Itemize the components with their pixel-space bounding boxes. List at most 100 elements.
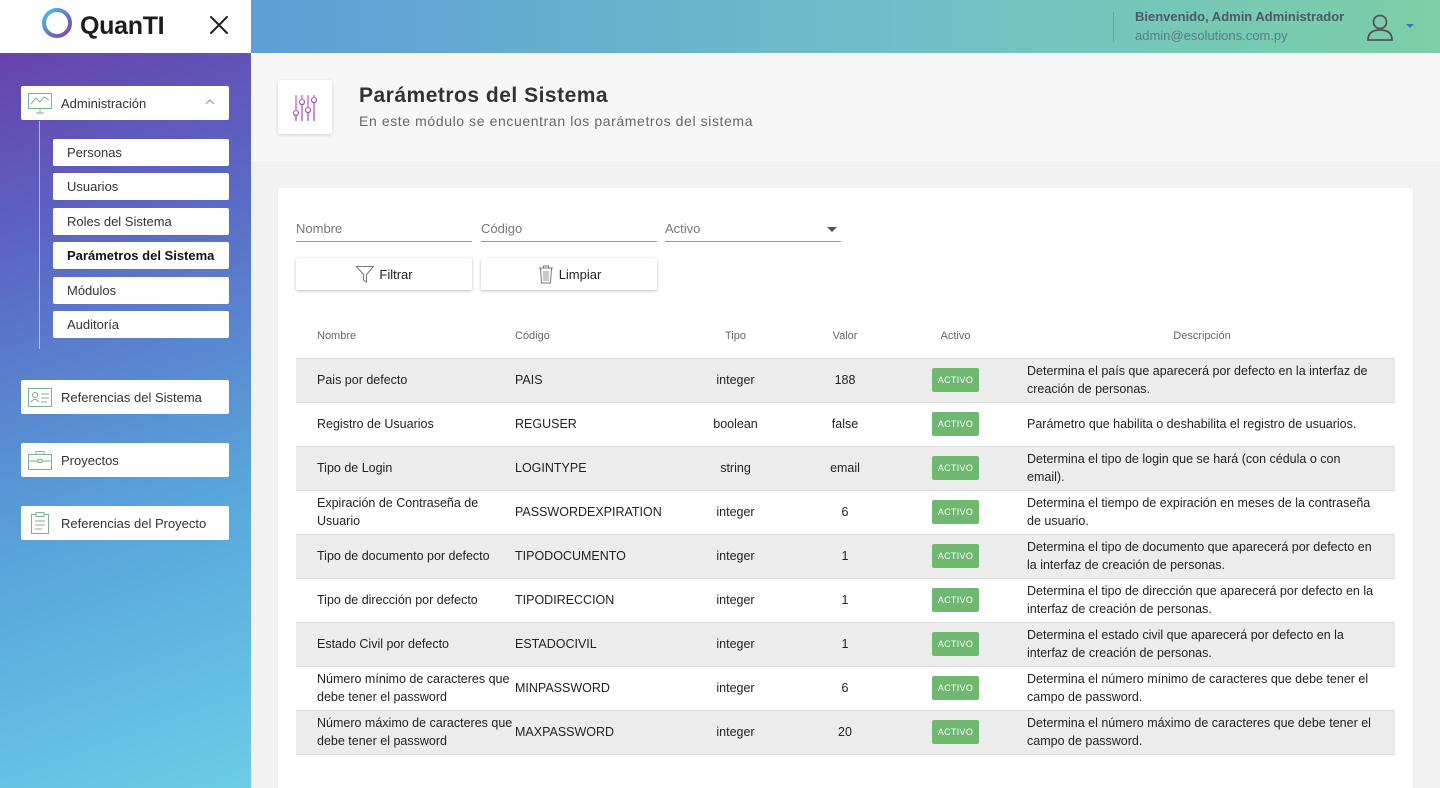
cell-activo: ACTIVO	[897, 666, 1014, 710]
clear-button[interactable]: Limpiar	[481, 258, 657, 290]
close-icon[interactable]	[206, 12, 232, 38]
cell-activo: ACTIVO	[897, 578, 1014, 622]
user-avatar-icon[interactable]	[1366, 12, 1394, 42]
presentation-chart-icon	[28, 93, 52, 114]
clipboard-icon	[31, 512, 49, 534]
cell-nombre: Número mínimo de caracteres que debe ten…	[317, 672, 510, 704]
sidebar-item-personas[interactable]: Personas	[53, 139, 229, 166]
sidebar-item-modulos[interactable]: Módulos	[53, 277, 229, 304]
table-row[interactable]: Expiración de Contraseña de Usuario PASSW…	[296, 490, 1395, 534]
cell-codigo: LOGINTYPE	[515, 461, 587, 475]
cell-descripcion: Determina el número mínimo de caracteres…	[1027, 672, 1369, 704]
cell-tipo: integer	[716, 505, 755, 519]
column-header-activo[interactable]: Activo	[897, 314, 1014, 358]
funnel-icon	[355, 266, 375, 283]
table-row[interactable]: Tipo de documento por defecto TIPODOCUMEN…	[296, 534, 1395, 578]
cell-descripcion: Determina el país que aparecerá por defe…	[1027, 364, 1368, 396]
cell-codigo: MAXPASSWORD	[515, 725, 615, 739]
sidebar-item-auditoria[interactable]: Auditoría	[53, 311, 229, 338]
cell-tipo: integer	[716, 593, 755, 607]
column-header-tipo[interactable]: Tipo	[678, 314, 793, 358]
sidebar-group-proyectos[interactable]: Proyectos	[21, 443, 229, 477]
table-body: Pais por defecto PAIS integer 188 ACTIVO Dete…	[296, 358, 1395, 754]
page-subtitle: En este módulo se encuentran los parámet…	[359, 113, 754, 129]
clear-button-label: Limpiar	[558, 266, 602, 282]
logo: QuanTI	[40, 6, 165, 46]
sidebar-group-referencias-proyecto[interactable]: Referencias del Proyecto	[21, 506, 229, 540]
cell-descripcion: Determina el tipo de documento que apare…	[1027, 540, 1372, 572]
cell-descripcion: Determina el número máximo de caracteres…	[1027, 716, 1371, 748]
page-title: Parámetros del Sistema	[359, 84, 609, 107]
cell-valor: 1	[841, 549, 849, 563]
cell-valor: 1	[841, 637, 849, 651]
cell-descripcion: Determina el tipo de dirección que apare…	[1027, 584, 1374, 616]
cell-activo: ACTIVO	[897, 622, 1014, 666]
codigo-field[interactable]	[481, 216, 657, 242]
sidebar-item-roles[interactable]: Roles del Sistema	[53, 208, 229, 235]
sidebar-group-administracion[interactable]: Administración	[21, 86, 229, 120]
table-row[interactable]: Número máximo de caracteres que debe ten…	[296, 710, 1395, 754]
parameters-card: Activo Filtrar Limpiar Nombre Código Tip…	[278, 188, 1413, 788]
table-row[interactable]: Pais por defecto PAIS integer 188 ACTIVO Dete…	[296, 358, 1395, 402]
cell-activo: ACTIVO	[897, 402, 1014, 446]
tree-line	[39, 121, 40, 349]
cell-valor: 1	[841, 593, 849, 607]
cell-valor: 20	[838, 725, 852, 739]
status-badge: ACTIVO	[931, 588, 980, 612]
status-badge: ACTIVO	[931, 544, 980, 568]
codigo-input[interactable]	[481, 216, 657, 236]
table-row[interactable]: Número mínimo de caracteres que debe ten…	[296, 666, 1395, 710]
sidebar-group-referencias-sistema[interactable]: Referencias del Sistema	[21, 380, 229, 414]
status-badge: ACTIVO	[931, 412, 980, 436]
column-header-descripcion[interactable]: Descripción	[1014, 314, 1395, 358]
dropdown-arrow-icon	[827, 227, 837, 232]
chevron-down-icon[interactable]	[1406, 24, 1414, 28]
briefcase-icon	[28, 451, 52, 470]
cell-valor: false	[831, 417, 859, 431]
user-email: admin@esolutions.com.py	[1135, 28, 1288, 43]
sidebar-item-usuarios[interactable]: Usuarios	[53, 173, 229, 200]
status-badge: ACTIVO	[931, 632, 980, 656]
cell-descripcion: Determina el estado civil que aparecerá …	[1027, 628, 1344, 660]
cell-valor: 6	[841, 505, 849, 519]
cell-nombre: Pais por defecto	[317, 373, 408, 387]
welcome-text: Bienvenido, Admin Administrador	[1135, 9, 1345, 24]
trash-icon	[538, 265, 553, 284]
cell-descripcion: Determina el tipo de login que se hará (…	[1027, 452, 1341, 484]
cell-tipo: integer	[716, 373, 755, 387]
filter-button[interactable]: Filtrar	[296, 258, 472, 290]
sliders-icon	[292, 95, 318, 121]
column-header-nombre[interactable]: Nombre	[296, 314, 515, 358]
activo-select[interactable]: Activo	[665, 216, 841, 242]
sidebar-item-parametros[interactable]: Parámetros del Sistema	[53, 242, 229, 269]
cell-nombre: Tipo de dirección por defecto	[317, 593, 478, 607]
chevron-up-icon[interactable]	[205, 98, 215, 106]
cell-valor: email	[830, 461, 860, 475]
table-row[interactable]: Tipo de Login LOGINTYPE string email ACTIVO D…	[296, 446, 1395, 490]
cell-codigo: TIPODOCUMENTO	[515, 549, 626, 563]
cell-nombre: Tipo de documento por defecto	[317, 549, 490, 563]
cell-tipo: integer	[716, 637, 755, 651]
cell-codigo: PAIS	[515, 373, 543, 387]
table-row[interactable]: Tipo de dirección por defecto TIPODIRECCI…	[296, 578, 1395, 622]
nombre-input[interactable]	[296, 216, 472, 236]
table-row[interactable]: Registro de Usuarios REGUSER boolean false A…	[296, 402, 1395, 446]
cell-nombre: Registro de Usuarios	[317, 417, 434, 431]
cell-nombre: Número máximo de caracteres que debe ten…	[317, 716, 513, 748]
cell-descripcion: Parámetro que habilita o deshabilita el …	[1027, 417, 1357, 431]
cell-activo: ACTIVO	[897, 358, 1014, 402]
id-card-icon	[28, 388, 52, 407]
column-header-valor[interactable]: Valor	[793, 314, 897, 358]
cell-codigo: PASSWORDEXPIRATION	[515, 505, 662, 519]
cell-nombre: Estado Civil por defecto	[317, 637, 450, 651]
column-header-codigo[interactable]: Código	[515, 314, 678, 358]
cell-codigo: TIPODIRECCION	[515, 593, 615, 607]
sidebar-group-label: Proyectos	[61, 452, 119, 468]
logo-bar: QuanTI	[0, 0, 251, 53]
nombre-field[interactable]	[296, 216, 472, 242]
cell-tipo: integer	[716, 549, 755, 563]
sidebar-group-label: Administración	[61, 95, 147, 111]
cell-codigo: MINPASSWORD	[515, 681, 610, 695]
table-row[interactable]: Estado Civil por defecto ESTADOCIVIL integ…	[296, 622, 1395, 666]
cell-activo: ACTIVO	[897, 534, 1014, 578]
